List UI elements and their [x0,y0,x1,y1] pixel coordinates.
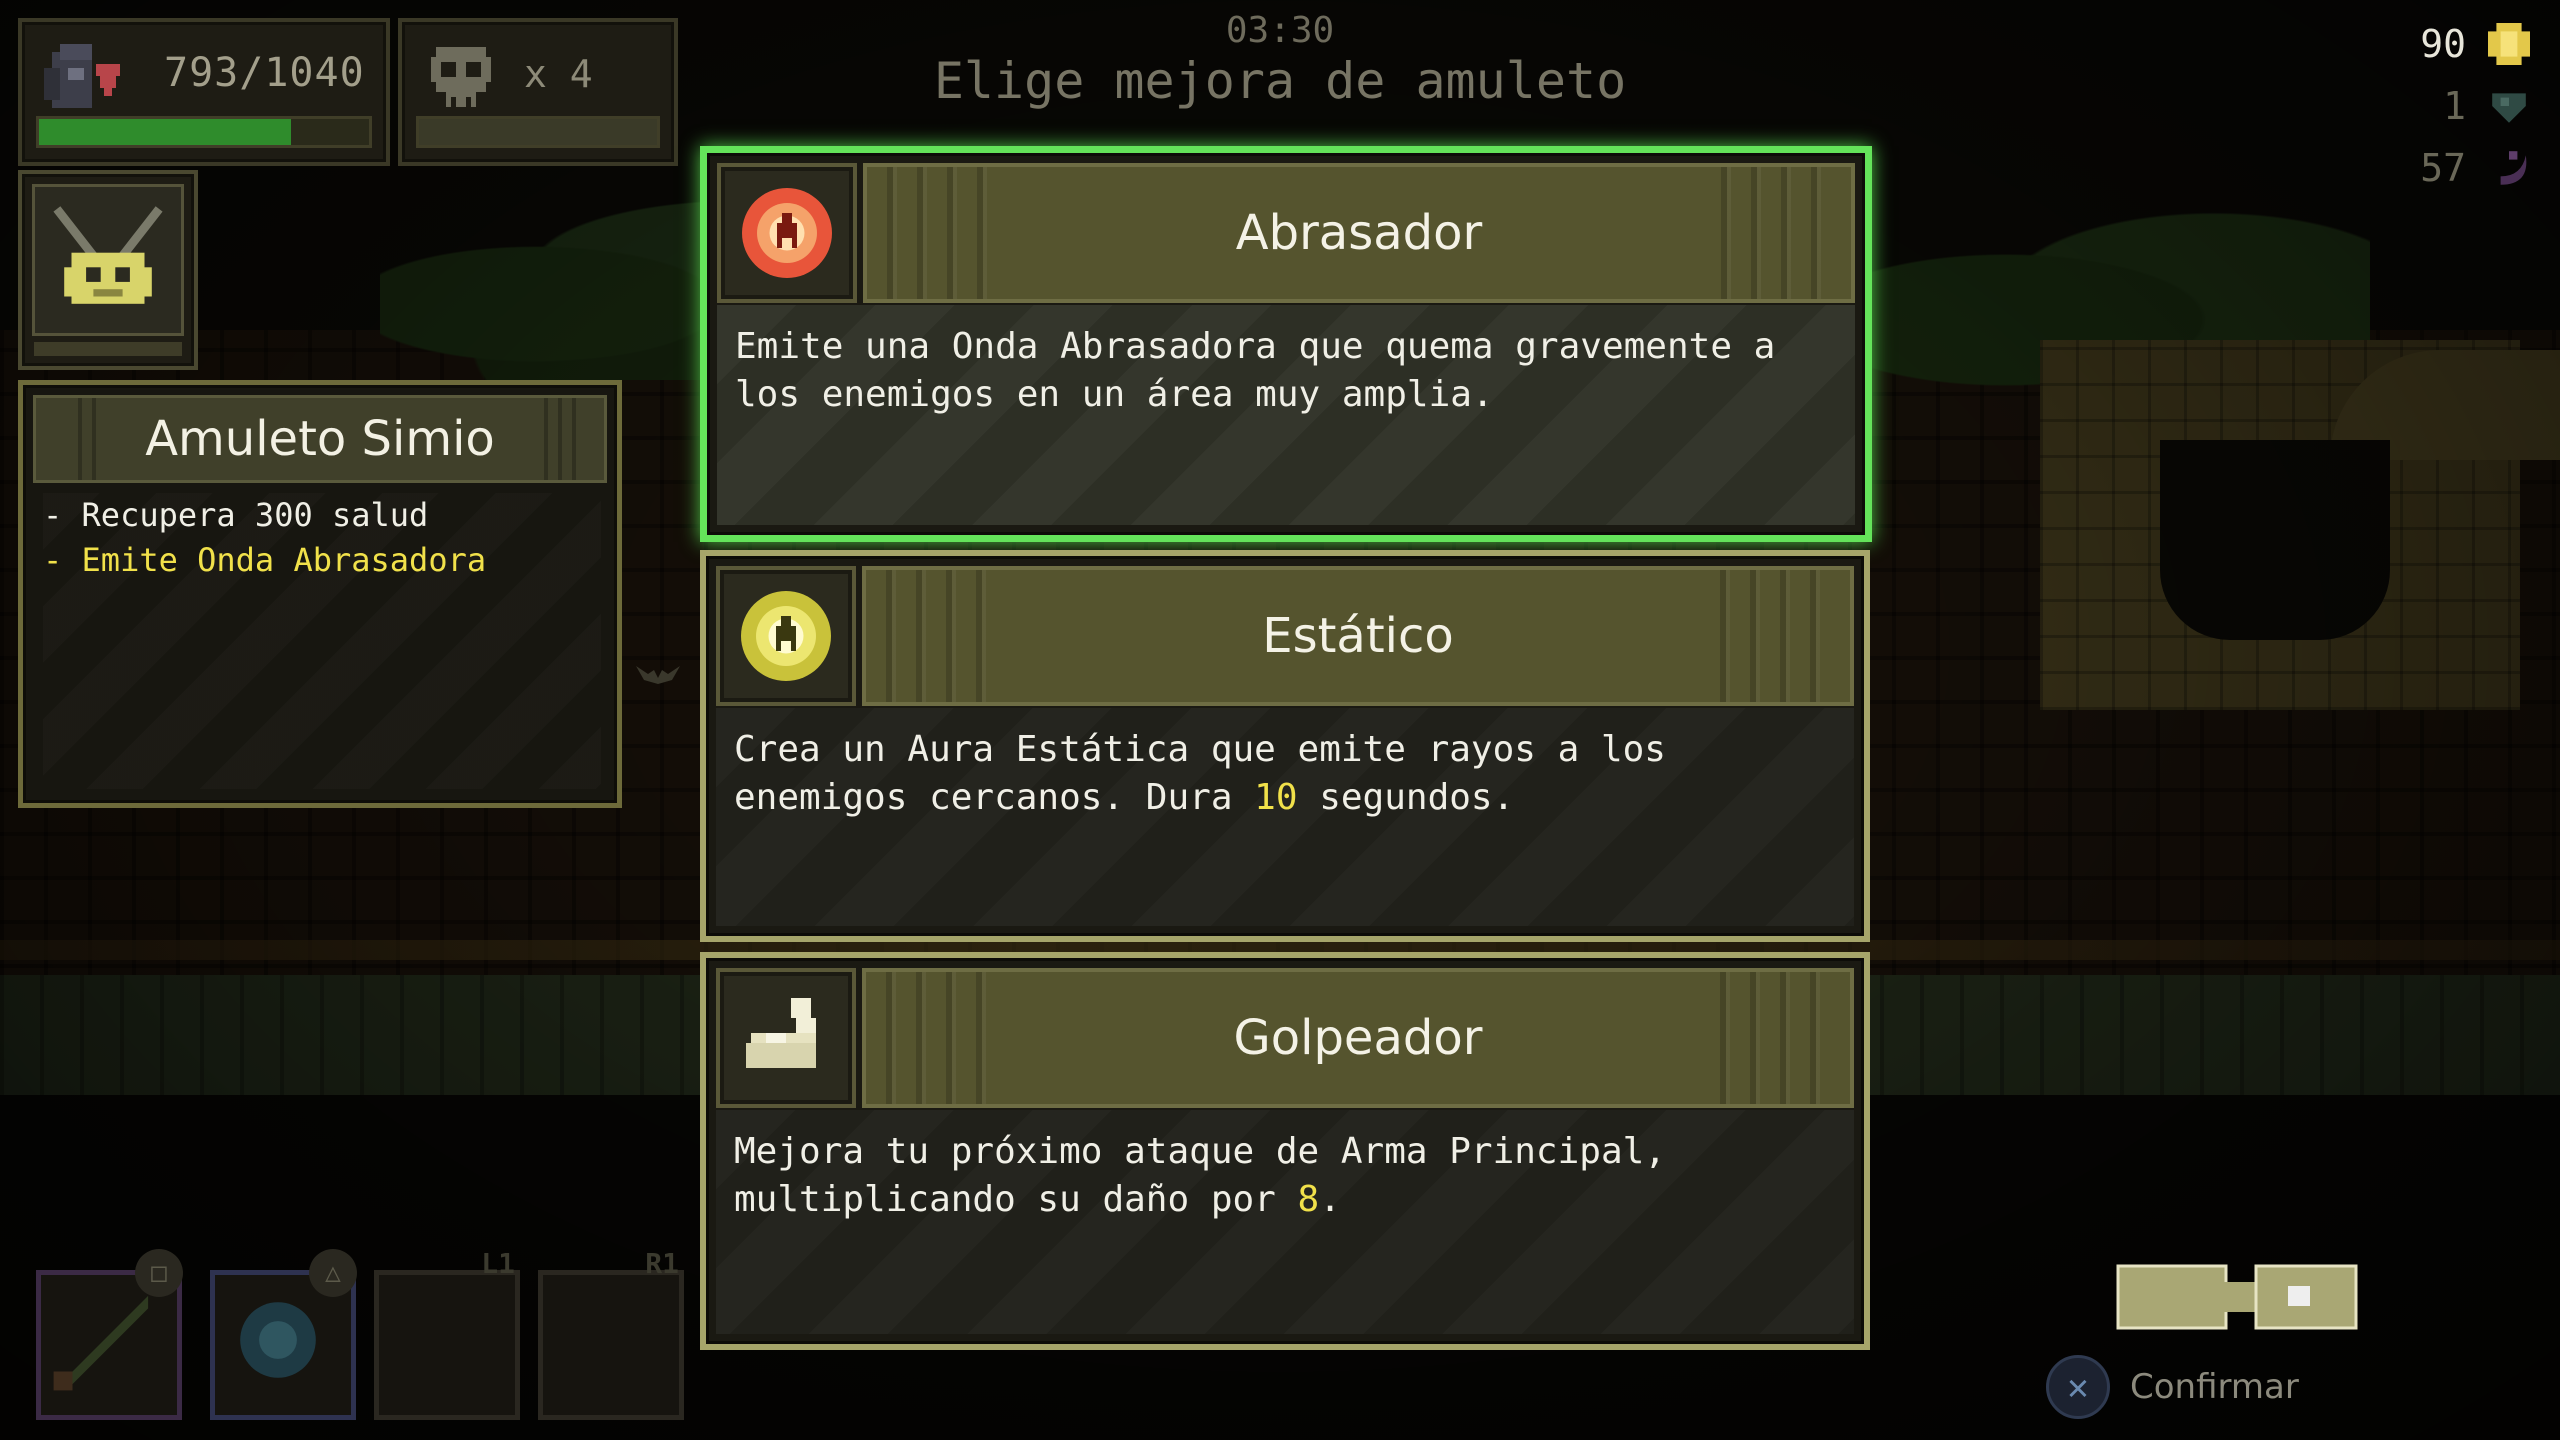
card-icon-frame [716,566,856,706]
amulet-effects: - Recupera 300 salud - Emite Onda Abrasa… [43,493,601,789]
card-title: Golpeador [862,968,1854,1108]
moon-amount: 57 [2420,146,2466,190]
card-description-text: Emite una Onda Abrasadora que quema grav… [735,326,1776,415]
card-title: Abrasador [863,163,1855,303]
moon-counter: 57 [2376,146,2530,190]
amulet-effect-wave: - Emite Onda Abrasadora [43,541,487,579]
gem-amount: 1 [2443,84,2466,128]
amulet-effect-heal: - Recupera 300 salud [43,496,429,534]
upgrade-card-abrasador[interactable]: Abrasador Emite una Onda Abrasadora que … [700,146,1872,542]
skill-slot-ability[interactable]: △ [210,1249,357,1420]
flexed-arm-icon [746,998,816,1068]
confirm-label: Confirmar [2130,1367,2299,1407]
gem-counter: 1 [2376,84,2530,128]
confirm-prompt[interactable]: ✕ Confirmar [2046,1355,2299,1419]
health-panel: 793/1040 [18,18,390,166]
upgrade-card-golpeador[interactable]: Golpeador Mejora tu próximo ataque de Ar… [700,952,1870,1350]
card-description: Emite una Onda Abrasadora que quema grav… [717,305,1855,525]
card-description-text: Mejora tu próximo ataque de Arma Princip… [734,1131,1666,1220]
card-description-highlight: 8 [1297,1179,1320,1220]
card-description-tail: segundos. [1297,777,1515,818]
moon-icon [2500,151,2527,185]
skull-icon [431,47,491,107]
triangle-button-icon: △ [309,1249,357,1297]
square-button-icon: □ [135,1249,183,1297]
gold-coin-icon [2488,23,2530,65]
health-bar [36,116,372,148]
r1-label: R1 [645,1247,679,1280]
gem-icon [2492,93,2526,123]
cross-button-icon: ✕ [2046,1355,2110,1419]
minimap [2116,1264,2358,1330]
kill-count: x 4 [524,52,593,96]
player-marker-icon [2288,1286,2310,1306]
card-description: Crea un Aura Estática que emite rayos a … [716,708,1854,926]
static-orb-icon [741,591,831,681]
skill-slot-weapon[interactable]: □ [36,1249,183,1420]
kill-progress-bar [416,116,660,148]
amulet-info-panel: Amuleto Simio - Recupera 300 salud - Emi… [18,380,622,808]
amulet-slot [18,170,198,370]
kill-counter-panel: x 4 [398,18,678,166]
amulet-name: Amuleto Simio [33,395,607,483]
l1-label: L1 [481,1247,515,1280]
skill-slot-l1[interactable]: L1 [374,1247,520,1420]
skill-slot-r1[interactable]: R1 [538,1247,684,1420]
gold-amount: 90 [2420,22,2466,66]
fire-orb-icon [742,188,832,278]
upgrade-card-estatico[interactable]: Estático Crea un Aura Estática que emite… [700,550,1870,942]
screen-title: Elige mejora de amuleto [933,52,1627,110]
run-timer: 03:30 [1225,10,1335,51]
card-icon-frame [716,968,856,1108]
gold-counter: 90 [2376,22,2530,66]
card-title: Estático [862,566,1854,706]
card-icon-frame [717,163,857,303]
card-description: Mejora tu próximo ataque de Arma Princip… [716,1110,1854,1334]
amulet-charge-bar [34,342,182,356]
card-description-text: Crea un Aura Estática que emite rayos a … [734,729,1666,818]
amulet-slot-frame [32,184,184,336]
bat-icon [636,666,680,684]
health-bar-fill [39,119,291,145]
ape-amulet-icon [53,206,163,304]
player-portrait-icon [44,44,120,108]
health-text: 793/1040 [164,50,365,96]
card-description-tail: . [1319,1179,1341,1220]
card-description-highlight: 10 [1254,777,1298,818]
